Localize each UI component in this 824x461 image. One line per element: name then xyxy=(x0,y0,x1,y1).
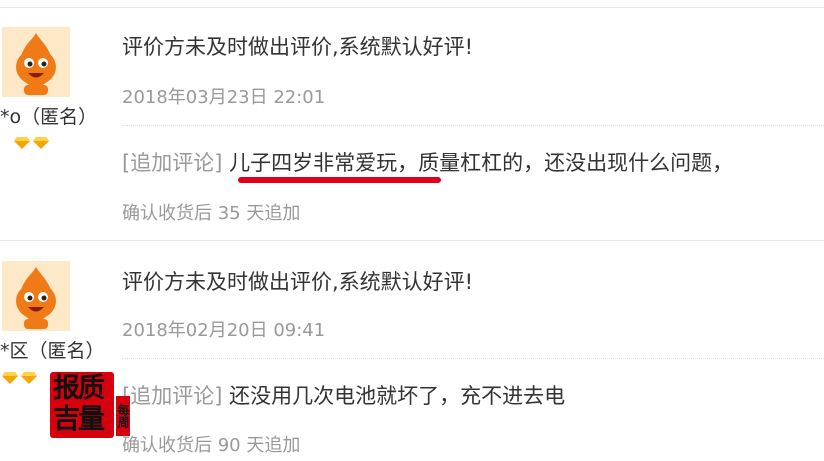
watermark-stamp: 报质 吉量 每周 xyxy=(50,372,132,438)
avatar-icon xyxy=(2,261,70,331)
reviewer-level xyxy=(2,372,37,384)
diamond-icon xyxy=(2,372,18,384)
append-tag: [追加评论] xyxy=(122,384,223,408)
diamond-icon xyxy=(21,372,37,384)
append-comment: [追加评论] 还没用几次电池就坏了，充不进去电 xyxy=(122,380,565,410)
stamp-side: 每周 xyxy=(116,396,130,436)
review-date: 2018年02月20日 09:41 xyxy=(122,320,326,341)
append-divider xyxy=(122,358,824,359)
review-content: 评价方未及时做出评价,系统默认好评! xyxy=(122,270,474,294)
stamp-line-2: 吉量 xyxy=(53,404,105,435)
append-after: 确认收货后 90 天追加 xyxy=(122,435,301,456)
append-text: 还没用几次电池就坏了，充不进去电 xyxy=(229,384,566,408)
stamp-line-1: 报质 xyxy=(53,373,105,404)
reviewer-name: *区（匿名） xyxy=(0,340,105,362)
